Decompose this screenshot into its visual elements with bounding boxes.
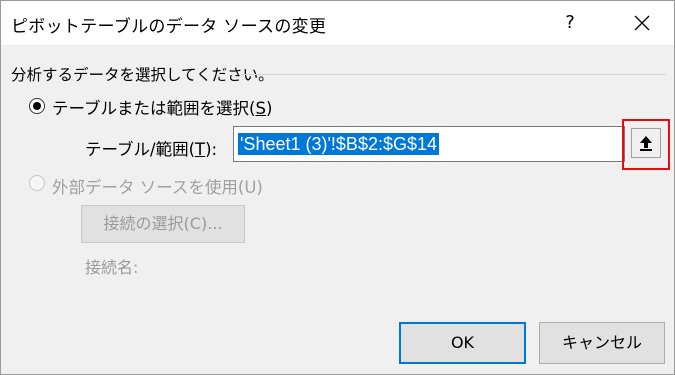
title-bar: ピボットテーブルのデータ ソースの変更 ? <box>1 1 674 45</box>
table-range-radio-label[interactable]: テーブルまたは範囲を選択(S) <box>52 95 272 119</box>
collapse-dialog-button[interactable] <box>631 128 661 158</box>
dialog-title: ピボットテーブルのデータ ソースの変更 <box>11 17 327 37</box>
range-input-value: 'Sheet1 (3)'!$B$2:$G$14 <box>238 133 440 155</box>
group-divider <box>241 74 666 75</box>
help-button[interactable]: ? <box>553 7 587 39</box>
connection-name-label: 接続名: <box>85 258 139 277</box>
ok-button[interactable]: OK <box>399 322 526 364</box>
external-source-radio-label[interactable]: 外部データ ソースを使用(U) <box>52 174 263 198</box>
close-button[interactable] <box>625 7 659 39</box>
external-source-radio[interactable] <box>29 175 45 191</box>
close-icon <box>634 15 650 31</box>
cancel-button[interactable]: キャンセル <box>539 322 665 364</box>
range-field-label: テーブル/範囲(T): <box>85 140 218 159</box>
change-pivot-data-source-dialog: ピボットテーブルのデータ ソースの変更 ? 分析するデータを選択してください。 … <box>0 0 675 375</box>
collapse-dialog-arrow-icon <box>640 136 652 151</box>
range-input[interactable]: 'Sheet1 (3)'!$B$2:$G$14 <box>233 126 625 162</box>
table-range-radio[interactable] <box>29 98 45 114</box>
group-caption: 分析するデータを選択してください。 <box>11 66 274 84</box>
choose-connection-button[interactable]: 接続の選択(C)... <box>81 205 245 243</box>
